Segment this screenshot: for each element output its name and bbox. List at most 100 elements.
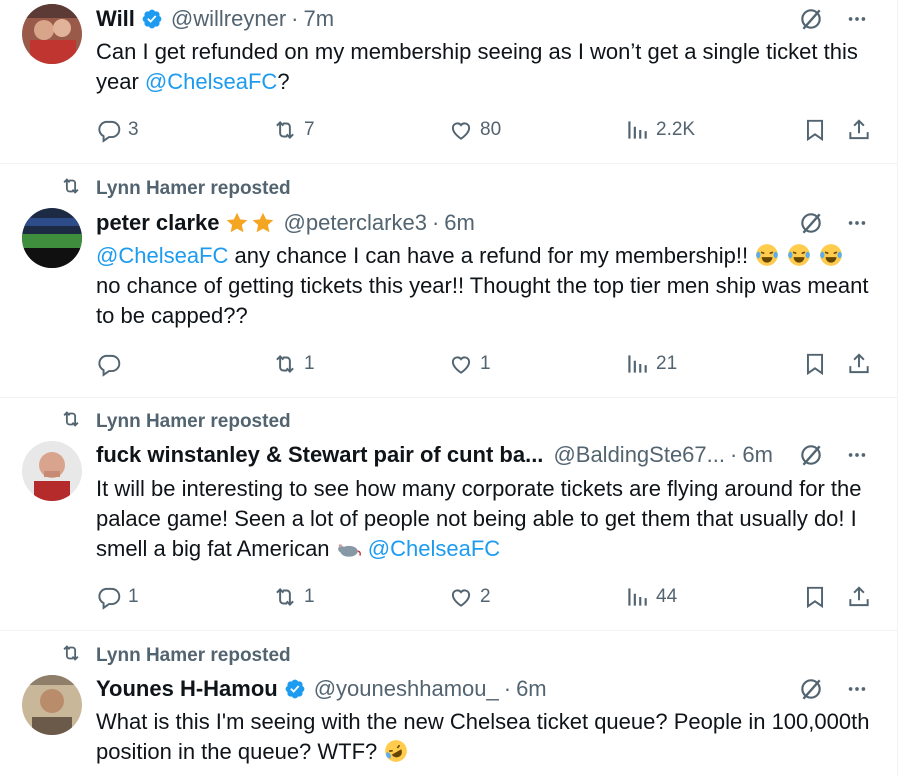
repost-count: 1 — [304, 586, 315, 607]
grok-icon[interactable] — [798, 6, 824, 32]
repost-count: 1 — [304, 353, 315, 374]
laughing-crying-emoji-icon — [818, 242, 844, 268]
tweet-header: Younes H-Hamou @youneshhamou_ · 6m — [96, 674, 868, 704]
tweet[interactable]: Lynn Hamer reposted Younes H-Hamou @youn… — [0, 631, 897, 776]
like-button[interactable]: 1 — [448, 349, 491, 379]
like-count: 80 — [480, 119, 502, 140]
views-count: 44 — [656, 586, 678, 607]
display-name[interactable]: Will — [96, 6, 135, 32]
timestamp[interactable]: 6m — [742, 442, 773, 468]
repost-context: Lynn Hamer reposted — [60, 645, 291, 667]
views-icon — [624, 584, 656, 610]
share-button[interactable] — [846, 582, 872, 612]
heart-icon — [448, 584, 480, 610]
tweet[interactable]: Lynn Hamer reposted peter clarke @peterc… — [0, 164, 897, 398]
tweet-text: Can I get refunded on my membership seei… — [96, 37, 876, 97]
separator: · — [730, 442, 738, 467]
repost-icon — [272, 584, 304, 610]
star-emoji-icon — [224, 210, 276, 236]
like-button[interactable]: 2 — [448, 582, 491, 612]
avatar[interactable] — [22, 441, 82, 501]
grok-icon[interactable] — [798, 676, 824, 702]
tweet-header: Will @willreyner · 7m — [96, 4, 868, 34]
bookmark-icon — [802, 584, 828, 610]
tweet-text: What is this I'm seeing with the new Che… — [96, 707, 876, 767]
verified-badge-icon — [284, 678, 306, 700]
tweet-header: fuck winstanley & Stewart pair of cunt b… — [96, 440, 868, 470]
mention-link[interactable]: @ChelseaFC — [96, 243, 228, 268]
display-name[interactable]: Younes H-Hamou — [96, 676, 278, 702]
grok-icon[interactable] — [798, 442, 824, 468]
tweet-actions: 1 1 21 — [96, 349, 876, 379]
text-segment: ? — [277, 69, 290, 94]
views-button[interactable]: 44 — [624, 582, 677, 612]
more-icon[interactable] — [846, 8, 868, 30]
user-handle[interactable]: @peterclarke3 — [284, 210, 427, 236]
separator: · — [503, 676, 512, 701]
avatar[interactable] — [22, 4, 82, 64]
bookmark-icon — [802, 351, 828, 377]
bookmark-button[interactable] — [802, 115, 828, 145]
timestamp[interactable]: 7m — [304, 6, 335, 32]
like-count: 1 — [480, 353, 491, 374]
repost-button[interactable]: 7 — [272, 115, 315, 145]
more-icon[interactable] — [846, 212, 868, 234]
heart-icon — [448, 117, 480, 143]
mention-link[interactable]: @ChelseaFC — [368, 536, 500, 561]
repost-context-label[interactable]: Lynn Hamer reposted — [96, 645, 291, 667]
display-name[interactable]: peter clarke — [96, 210, 220, 236]
more-icon[interactable] — [846, 678, 868, 700]
views-button[interactable]: 21 — [624, 349, 677, 379]
repost-icon — [272, 117, 304, 143]
repost-context: Lynn Hamer reposted — [60, 411, 291, 433]
share-button[interactable] — [846, 349, 872, 379]
mention-link[interactable]: @ChelseaFC — [145, 69, 277, 94]
text-segment: no chance of getting tickets this year!!… — [96, 273, 869, 328]
repost-button[interactable]: 1 — [272, 349, 315, 379]
verified-badge-icon — [141, 8, 163, 30]
user-handle[interactable]: @willreyner — [171, 6, 286, 32]
repost-button[interactable]: 1 — [272, 582, 315, 612]
reply-button[interactable] — [96, 349, 128, 379]
reply-button[interactable]: 1 — [96, 582, 139, 612]
reply-icon — [96, 584, 128, 610]
avatar[interactable] — [22, 675, 82, 735]
reply-icon — [96, 351, 128, 377]
rofl-emoji-icon — [383, 738, 409, 764]
tweet-text: It will be interesting to see how many c… — [96, 474, 876, 564]
user-handle[interactable]: @youneshhamou_ — [314, 676, 499, 702]
views-count: 2.2K — [656, 119, 696, 140]
tweet-actions: 1 1 2 44 — [96, 582, 876, 612]
like-button[interactable]: 80 — [448, 115, 501, 145]
timeline-feed: Will @willreyner · 7m Can I get refunded… — [0, 0, 898, 776]
more-icon[interactable] — [846, 444, 868, 466]
display-name[interactable]: fuck winstanley & Stewart pair of cunt b… — [96, 442, 543, 468]
tweet-text: @ChelseaFC any chance I can have a refun… — [96, 241, 876, 331]
avatar[interactable] — [22, 208, 82, 268]
repost-context-label[interactable]: Lynn Hamer reposted — [96, 411, 291, 433]
repost-count: 7 — [304, 119, 315, 140]
bookmark-button[interactable] — [802, 349, 828, 379]
reply-count: 3 — [128, 119, 139, 140]
tweet[interactable]: Lynn Hamer reposted fuck winstanley & St… — [0, 398, 897, 631]
repost-icon — [60, 175, 96, 203]
views-count: 21 — [656, 353, 678, 374]
bookmark-icon — [802, 117, 828, 143]
bookmark-button[interactable] — [802, 582, 828, 612]
repost-context-label[interactable]: Lynn Hamer reposted — [96, 178, 291, 200]
share-button[interactable] — [846, 115, 872, 145]
timestamp[interactable]: 6m — [444, 210, 475, 236]
laughing-crying-emoji-icon — [754, 242, 780, 268]
tweet[interactable]: Will @willreyner · 7m Can I get refunded… — [0, 0, 897, 164]
timestamp[interactable]: 6m — [516, 676, 547, 702]
tweet-header: peter clarke @peterclarke3 · 6m — [96, 208, 868, 238]
grok-icon[interactable] — [798, 210, 824, 236]
views-button[interactable]: 2.2K — [624, 115, 695, 145]
views-icon — [624, 117, 656, 143]
heart-icon — [448, 351, 480, 377]
user-handle[interactable]: @BaldingSte67... — [553, 442, 725, 468]
reply-button[interactable]: 3 — [96, 115, 139, 145]
laughing-crying-emoji-icon — [786, 242, 812, 268]
separator: · — [291, 6, 299, 31]
share-icon — [846, 117, 872, 143]
